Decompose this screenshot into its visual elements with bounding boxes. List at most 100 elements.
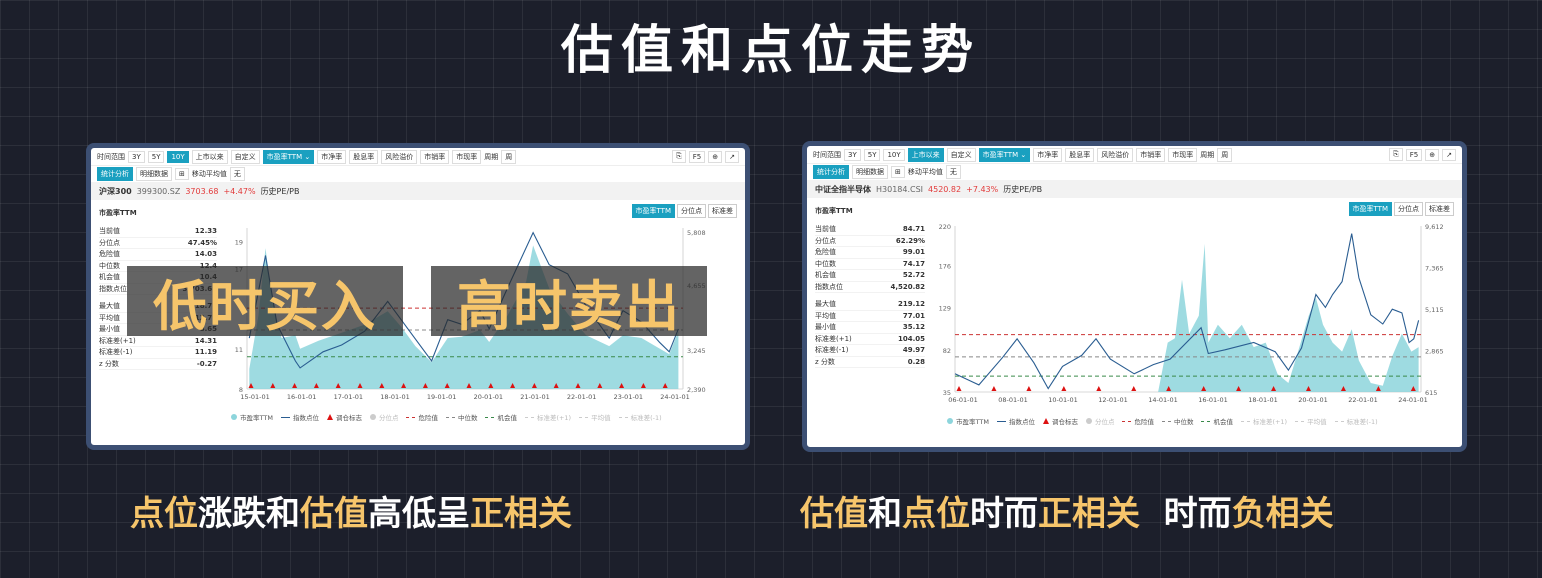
- caption-segment: 正相关: [1038, 494, 1140, 534]
- stat-label: 最小值: [99, 325, 120, 334]
- period-label: 周期: [1200, 150, 1215, 159]
- range-10y-button[interactable]: 10Y: [883, 148, 905, 161]
- legend-swatch-icon: [1042, 418, 1049, 424]
- chart-view-tabs: 市盈率TTM 分位点 标准差: [1348, 202, 1454, 216]
- moving-average-select[interactable]: 无: [945, 165, 961, 179]
- stat-row: z 分数 -0.27: [99, 359, 217, 370]
- export-icon[interactable]: ⎘: [672, 150, 686, 163]
- stat-row: 标准差(+1) 104.05: [815, 334, 925, 345]
- legend-item[interactable]: 标准差(-1): [618, 412, 662, 422]
- x-tick-label: 18-01-01: [1248, 396, 1278, 404]
- time-range-label: 时间范围: [97, 152, 125, 161]
- add-icon[interactable]: ⊕: [708, 150, 723, 163]
- add-icon[interactable]: ⊕: [1425, 148, 1440, 161]
- legend-item[interactable]: 调仓标志: [1042, 416, 1078, 426]
- range-3y-button[interactable]: 3Y: [128, 150, 145, 163]
- tab-statistics[interactable]: 统计分析: [97, 167, 133, 181]
- legend-item[interactable]: 指数点位: [280, 412, 319, 422]
- legend-item[interactable]: 危险值: [406, 412, 438, 422]
- history-type-label: 历史PE/PB: [260, 186, 300, 196]
- x-tick-label: 21-01-01: [520, 393, 550, 401]
- rebalance-marker: [991, 386, 997, 391]
- risk-premium-button[interactable]: 风险溢价: [1097, 147, 1134, 162]
- refresh-f5-button[interactable]: F5: [1405, 148, 1423, 161]
- tab-statistics[interactable]: 统计分析: [813, 165, 849, 179]
- legend-item[interactable]: 分位点: [1085, 416, 1115, 426]
- pb-select[interactable]: 市净率: [1033, 147, 1063, 162]
- risk-premium-button[interactable]: 风险溢价: [381, 149, 418, 164]
- stat-label: 标准差(-1): [815, 346, 849, 355]
- range-custom-button[interactable]: 自定义: [946, 147, 976, 162]
- legend-swatch-icon: [485, 416, 495, 418]
- legend-item[interactable]: 市盈率TTM: [947, 416, 989, 426]
- pcf-select[interactable]: 市现率: [1168, 147, 1198, 162]
- tab-details[interactable]: 明细数据: [852, 165, 888, 179]
- legend-label: 中位数: [457, 414, 478, 422]
- external-link-icon[interactable]: ↗: [725, 150, 739, 163]
- tab-std-dev[interactable]: 标准差: [708, 204, 737, 218]
- legend-item[interactable]: 平均值: [1295, 416, 1327, 426]
- legend-item[interactable]: 指数点位: [996, 416, 1035, 426]
- ps-select[interactable]: 市销率: [420, 149, 450, 164]
- tab-percentile[interactable]: 分位点: [1394, 202, 1423, 216]
- stat-value: 77.01: [902, 311, 925, 320]
- legend-item[interactable]: 机会值: [1201, 416, 1233, 426]
- stat-label: 危险值: [99, 250, 120, 259]
- tab-pe-ttm[interactable]: 市盈率TTM: [631, 204, 675, 218]
- moving-average-select[interactable]: 无: [229, 167, 245, 181]
- stat-value: 84.71: [902, 225, 925, 234]
- log-scale-icon[interactable]: ⊞: [891, 166, 905, 178]
- legend-item[interactable]: 标准差(+1): [524, 412, 571, 422]
- stat-label: 标准差(-1): [99, 348, 133, 357]
- dividend-button[interactable]: 股息率: [349, 149, 379, 164]
- ps-select[interactable]: 市销率: [1136, 147, 1166, 162]
- legend-item[interactable]: 市盈率TTM: [231, 412, 273, 422]
- right-screenshot-frame: 时间范围 3Y 5Y 10Y 上市以来 自定义 市盈率TTM ⌄ 市净率 股息率…: [802, 141, 1467, 452]
- range-10y-button[interactable]: 10Y: [167, 150, 189, 163]
- caption-segment: 时而: [1140, 494, 1232, 534]
- period-select[interactable]: 周: [1217, 147, 1233, 162]
- metric-select-label: 市盈率TTM: [266, 152, 303, 161]
- log-scale-icon[interactable]: ⊞: [175, 168, 189, 180]
- legend-label: 危险值: [418, 414, 438, 422]
- legend-label: 分位点: [1094, 418, 1115, 426]
- external-link-icon[interactable]: ↗: [1442, 148, 1456, 161]
- range-since-listing-button[interactable]: 上市以来: [907, 147, 944, 162]
- legend-item[interactable]: 中位数: [445, 412, 478, 422]
- y-tick-label-left: 11: [235, 346, 243, 354]
- pb-select[interactable]: 市净率: [317, 149, 347, 164]
- legend-swatch-icon: [1334, 420, 1344, 422]
- tab-percentile[interactable]: 分位点: [677, 204, 706, 218]
- legend-item[interactable]: 平均值: [579, 412, 611, 422]
- range-5y-button[interactable]: 5Y: [863, 148, 881, 161]
- legend-item[interactable]: 标准差(-1): [1334, 416, 1378, 426]
- period-select[interactable]: 周: [501, 149, 517, 164]
- refresh-f5-button[interactable]: F5: [688, 150, 706, 163]
- pcf-select[interactable]: 市现率: [452, 149, 482, 164]
- tab-pe-ttm[interactable]: 市盈率TTM: [1348, 202, 1392, 216]
- export-icon[interactable]: ⎘: [1389, 148, 1403, 161]
- legend-item[interactable]: 标准差(+1): [1240, 416, 1287, 426]
- legend-item[interactable]: 调仓标志: [326, 412, 362, 422]
- stat-row: 最大值 219.12: [815, 299, 925, 311]
- legend-item[interactable]: 中位数: [1161, 416, 1193, 426]
- x-tick-label: 14-01-01: [1148, 396, 1178, 404]
- range-3y-button[interactable]: 3Y: [844, 148, 861, 161]
- toolbar-secondary: 统计分析 明细数据 ⊞ 移动平均值 无: [91, 166, 745, 182]
- dividend-button[interactable]: 股息率: [1065, 147, 1095, 162]
- y-tick-label-right: 2,390: [687, 386, 706, 394]
- legend-item[interactable]: 机会值: [485, 412, 517, 422]
- tab-details[interactable]: 明细数据: [136, 167, 172, 181]
- y-tick-label-right: 9,612: [1425, 223, 1444, 231]
- legend-item[interactable]: 分位点: [369, 412, 398, 422]
- legend-item[interactable]: 危险值: [1122, 416, 1154, 426]
- range-since-listing-button[interactable]: 上市以来: [191, 149, 228, 164]
- metric-select[interactable]: 市盈率TTM ⌄: [978, 147, 1031, 162]
- range-5y-button[interactable]: 5Y: [147, 150, 165, 163]
- stat-value: 4,520.82: [890, 282, 925, 291]
- valuation-chart: 22017612982359,6127,3655,1152,86561506-0…: [939, 223, 1444, 404]
- metric-select[interactable]: 市盈率TTM ⌄: [262, 149, 315, 164]
- tab-std-dev[interactable]: 标准差: [1425, 202, 1454, 216]
- range-custom-button[interactable]: 自定义: [230, 149, 260, 164]
- x-tick-label: 20-01-01: [474, 393, 504, 401]
